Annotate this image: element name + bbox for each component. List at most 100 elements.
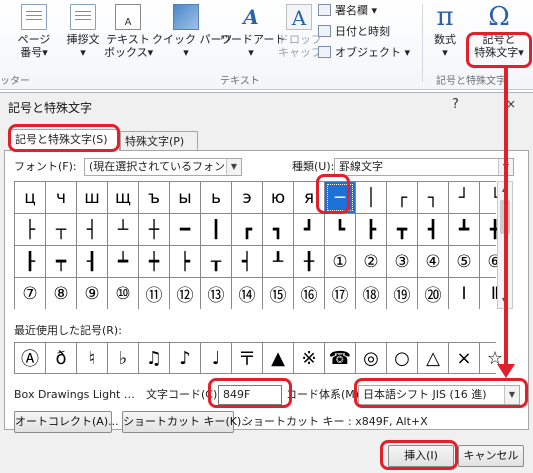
symbol-cell[interactable]: ⑨ <box>77 278 107 309</box>
equation-button[interactable]: π 数式 ▾ <box>428 4 462 59</box>
symbol-cell[interactable]: ┬ <box>46 214 76 245</box>
symbol-cell[interactable]: ь <box>201 182 231 213</box>
encoding-dropdown[interactable]: 日本語シフト JIS (16 進) ▼ <box>358 385 520 405</box>
font-dropdown[interactable]: (現在選択されているフォント) ▼ <box>84 158 242 176</box>
symbol-dialog: 記号と特殊文字 ? × 記号と特殊文字(S) 特殊文字(P) フォント(F): … <box>0 92 533 473</box>
symbol-cell[interactable]: │ <box>356 182 386 213</box>
recent-symbol-cell[interactable]: ○ <box>387 343 417 373</box>
symbol-cell[interactable]: ┏ <box>232 214 262 245</box>
symbol-cell[interactable]: ┠ <box>15 246 45 277</box>
symbol-cell[interactable]: ③ <box>387 246 417 277</box>
recent-symbol-cell[interactable]: ♩ <box>201 343 231 373</box>
symbol-cell[interactable]: ⑬ <box>201 278 231 309</box>
symbol-cell[interactable]: ┼ <box>139 214 169 245</box>
date-time-button[interactable]: 日付と時刻 <box>318 25 390 39</box>
symbol-cell[interactable]: ┳ <box>387 214 417 245</box>
recent-symbol-cell[interactable]: ♮ <box>77 343 107 373</box>
symbol-cell[interactable]: ④ <box>418 246 448 277</box>
symbol-cell[interactable]: ┴ <box>108 214 138 245</box>
symbol-cell[interactable]: ⑤ <box>449 246 479 277</box>
symbol-cell[interactable]: ┘ <box>449 182 479 213</box>
symbol-cell[interactable]: ┗ <box>325 214 355 245</box>
text-box-button[interactable]: A テキスト ボックス▾ <box>104 4 154 59</box>
quick-parts-button[interactable]: クイック パーツ ▾ <box>152 4 232 59</box>
symbol-cell[interactable]: ц <box>15 182 45 213</box>
wordart-button[interactable]: A ワードアート ▾ <box>220 4 285 59</box>
symbol-cell[interactable]: ② <box>356 246 386 277</box>
symbol-cell[interactable]: ъ <box>139 182 169 213</box>
symbol-cell[interactable]: ┥ <box>232 246 262 277</box>
recent-symbol-cell[interactable]: ♪ <box>170 343 200 373</box>
recent-symbol-cell[interactable]: ☎ <box>325 343 355 373</box>
symbol-cell[interactable]: ┿ <box>139 246 169 277</box>
symbol-cell[interactable]: ⑭ <box>232 278 262 309</box>
symbol-cell[interactable]: ┃ <box>201 214 231 245</box>
autocorrect-button[interactable]: オートコレクト(A)... <box>14 411 119 433</box>
symbol-cell[interactable]: ⑩ <box>108 278 138 309</box>
text-box-label: テキスト ボックス▾ <box>104 33 154 59</box>
drop-cap-button[interactable]: A ドロップ キャップ▾ <box>278 4 328 59</box>
page-number-button[interactable]: ページ 番号▾ <box>14 4 54 59</box>
symbol-cell[interactable]: ⑳ <box>418 278 448 309</box>
recent-symbol-cell[interactable]: △ <box>418 343 448 373</box>
insert-button[interactable]: 挿入(I) <box>388 445 454 467</box>
symbol-cell[interactable]: ┝ <box>170 246 200 277</box>
symbol-cell[interactable]: я <box>294 182 324 213</box>
symbol-cell[interactable]: ⑪ <box>139 278 169 309</box>
tab-symbols[interactable]: 記号と特殊文字(S) <box>10 129 120 151</box>
signature-line-button[interactable]: 署名欄 ▾ <box>318 4 377 18</box>
char-code-input[interactable]: 849F <box>218 385 282 405</box>
symbol-cell[interactable]: ┨ <box>77 246 107 277</box>
shortcut-key-button[interactable]: ショートカット キー(K)... <box>122 411 252 433</box>
symbol-cell[interactable]: щ <box>108 182 138 213</box>
symbol-cell[interactable]: ⑫ <box>170 278 200 309</box>
symbol-cell[interactable]: ┫ <box>418 214 448 245</box>
symbol-cell[interactable]: ┸ <box>263 246 293 277</box>
tab-special-characters[interactable]: 特殊文字(P) <box>120 131 198 151</box>
symbol-cell[interactable]: ⑲ <box>387 278 417 309</box>
object-button[interactable]: オブジェクト ▾ <box>318 46 410 60</box>
symbol-cell[interactable]: ├ <box>15 214 45 245</box>
recent-symbol-cell[interactable]: ð <box>46 343 76 373</box>
symbol-cell[interactable]: ┰ <box>201 246 231 277</box>
symbol-cell[interactable]: ⑯ <box>294 278 324 309</box>
symbol-cell[interactable]: ┯ <box>46 246 76 277</box>
omega-icon: Ω <box>488 2 510 32</box>
symbol-cell[interactable]: ─ <box>325 182 355 213</box>
greeting-button[interactable]: 挿拶文 ▾ <box>62 4 104 59</box>
recent-symbol-cell[interactable]: × <box>449 343 479 373</box>
symbol-cell[interactable]: ┻ <box>449 214 479 245</box>
symbol-cell[interactable]: ш <box>77 182 107 213</box>
symbol-cell[interactable]: ┐ <box>418 182 448 213</box>
symbol-cell[interactable]: ┛ <box>294 214 324 245</box>
symbol-cell[interactable]: Ⅰ <box>449 278 479 309</box>
symbol-cell[interactable]: э <box>232 182 262 213</box>
recent-symbol-cell[interactable]: 〒 <box>232 343 262 373</box>
symbol-cell[interactable]: ┷ <box>108 246 138 277</box>
symbol-cell[interactable]: ю <box>263 182 293 213</box>
recent-symbol-cell[interactable]: ◎ <box>356 343 386 373</box>
symbol-cell[interactable]: ┤ <box>77 214 107 245</box>
symbol-button[interactable]: Ω 記号と 特殊文字▾ <box>470 4 528 59</box>
subset-dropdown[interactable]: 罫線文字 ▼ <box>334 158 514 176</box>
symbol-cell[interactable]: ⑦ <box>15 278 45 309</box>
recent-symbol-cell[interactable]: Ⓐ <box>15 343 45 373</box>
symbol-cell[interactable]: ⑧ <box>46 278 76 309</box>
recent-symbol-cell[interactable]: ▲ <box>263 343 293 373</box>
symbol-cell[interactable]: ┣ <box>356 214 386 245</box>
symbol-cell[interactable]: ┓ <box>263 214 293 245</box>
help-button[interactable]: ? <box>452 97 459 112</box>
symbol-cell[interactable]: ━ <box>170 214 200 245</box>
recent-symbol-cell[interactable]: ♭ <box>108 343 138 373</box>
cancel-button[interactable]: キャンセル <box>458 445 524 467</box>
symbol-cell[interactable]: ⑱ <box>356 278 386 309</box>
symbol-cell[interactable]: ч <box>46 182 76 213</box>
symbol-cell[interactable]: ⑰ <box>325 278 355 309</box>
recent-symbol-cell[interactable]: ♫ <box>139 343 169 373</box>
symbol-cell[interactable]: ┌ <box>387 182 417 213</box>
symbol-cell[interactable]: ① <box>325 246 355 277</box>
symbol-cell[interactable]: ы <box>170 182 200 213</box>
recent-symbol-cell[interactable]: ※ <box>294 343 324 373</box>
symbol-cell[interactable]: ╂ <box>294 246 324 277</box>
symbol-cell[interactable]: ⑮ <box>263 278 293 309</box>
